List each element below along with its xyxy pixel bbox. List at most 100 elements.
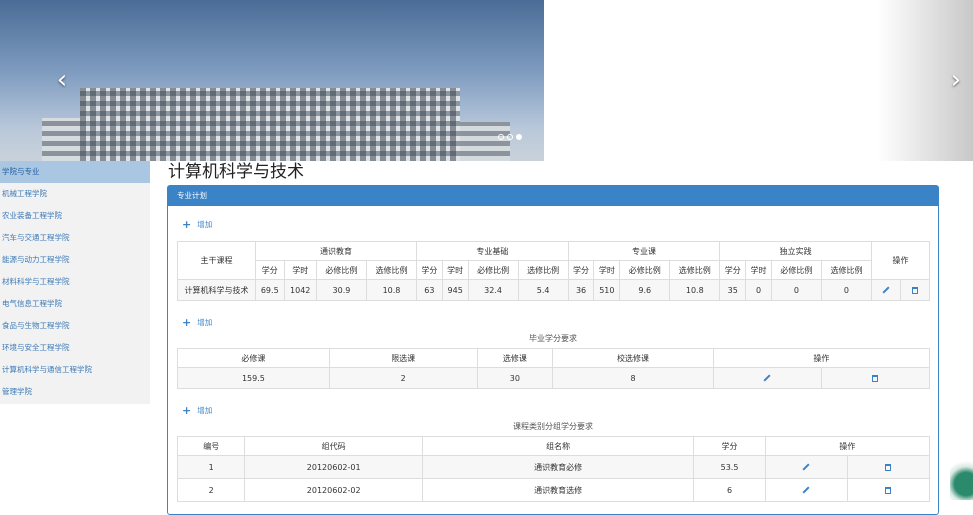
col-action: 操作 <box>764 436 931 456</box>
sidebar-item-agri-equipment[interactable]: 农业装备工程学院 <box>0 205 150 227</box>
table-row: 计算机科学与技术 69.5 1042 30.9 10.8 63 945 32.4… <box>177 279 930 301</box>
table-cell: 35 <box>719 279 747 301</box>
sub-header-hours: 学时 <box>283 260 317 280</box>
sub-header-credit: 学分 <box>416 260 443 280</box>
table-cell: 5.4 <box>517 279 569 301</box>
table-cell: 9.6 <box>619 279 671 301</box>
add-plan-button[interactable]: + 增加 <box>182 218 212 231</box>
sub-header-elective-ratio: 选修比例 <box>365 260 418 280</box>
sub-header-credit: 学分 <box>567 260 595 280</box>
page-title: 计算机科学与技术 <box>168 162 304 182</box>
edit-cell <box>764 455 848 479</box>
add-credits-button[interactable]: + 增加 <box>182 316 212 329</box>
trash-icon[interactable] <box>872 374 879 382</box>
sidebar-item-colleges[interactable]: 学院与专业 <box>0 161 150 183</box>
table-cell: 30 <box>476 367 554 389</box>
group-header-foundation: 专业基础 <box>416 241 569 261</box>
add-group-button[interactable]: + 增加 <box>182 404 212 417</box>
pencil-icon[interactable] <box>802 463 810 471</box>
plus-icon: + <box>182 316 192 329</box>
carousel-prev-button[interactable]: ‹ <box>50 66 74 94</box>
carousel-dot-1[interactable] <box>498 134 504 140</box>
table-cell: 945 <box>441 279 469 301</box>
table-cell: 159.5 <box>177 367 330 389</box>
sub-header-required-ratio: 必修比例 <box>315 260 367 280</box>
add-label: 增加 <box>197 406 213 415</box>
building-main <box>80 88 460 161</box>
sidebar-item-food-bio[interactable]: 食品与生物工程学院 <box>0 315 150 337</box>
sidebar-item-automotive[interactable]: 汽车与交通工程学院 <box>0 227 150 249</box>
major-plan-panel: 专业计划 + 增加 主干课程 通识教育 专业基础 专业课 独立实践 操作 学分 学… <box>167 185 939 515</box>
floating-widget-icon[interactable] <box>950 460 973 500</box>
table-cell: 10.8 <box>669 279 721 301</box>
table-cell: 20120602-02 <box>244 478 423 502</box>
col-group-code: 组代码 <box>244 436 423 456</box>
trash-icon[interactable] <box>912 286 918 294</box>
col-action: 操作 <box>871 241 930 280</box>
carousel-blank-area <box>544 0 877 161</box>
pencil-icon[interactable] <box>802 486 810 494</box>
credits-table: 必修课 限选课 选修课 校选修课 操作 159.5 2 30 8 <box>177 348 931 389</box>
sidebar-item-mechanical[interactable]: 机械工程学院 <box>0 183 150 205</box>
table-cell: 69.5 <box>255 279 285 301</box>
col-group-name: 组名称 <box>421 436 695 456</box>
table-cell: 0 <box>770 279 822 301</box>
table-row: 159.5 2 30 8 <box>177 367 931 389</box>
sub-header-hours: 学时 <box>745 260 772 280</box>
sub-header-elective-ratio: 选修比例 <box>669 260 721 280</box>
sidebar-item-electrical[interactable]: 电气信息工程学院 <box>0 293 150 315</box>
trash-icon[interactable] <box>885 486 892 494</box>
table-cell: 32.4 <box>467 279 519 301</box>
sub-header-credit: 学分 <box>255 260 285 280</box>
sub-header-credit: 学分 <box>719 260 747 280</box>
trash-icon[interactable] <box>885 463 892 471</box>
group-caption: 课程类别分组学分要求 <box>513 422 593 431</box>
table-cell: 30.9 <box>315 279 367 301</box>
table-cell: 0 <box>745 279 772 301</box>
table-cell: 通识教育选修 <box>421 478 695 502</box>
table-cell: 20120602-01 <box>244 455 423 479</box>
table-cell: 2 <box>328 367 478 389</box>
delete-cell <box>820 367 931 389</box>
carousel-dot-3[interactable] <box>516 134 522 140</box>
table-cell: 36 <box>567 279 595 301</box>
sub-header-required-ratio: 必修比例 <box>619 260 671 280</box>
edit-cell <box>764 478 848 502</box>
col-main-course: 主干课程 <box>177 241 256 280</box>
col-elective: 选修课 <box>476 348 554 368</box>
sidebar-item-energy[interactable]: 能源与动力工程学院 <box>0 249 150 271</box>
credits-caption: 毕业学分要求 <box>529 334 577 343</box>
plan-table: 主干课程 通识教育 专业基础 专业课 独立实践 操作 学分 学时 必修比例 选修… <box>177 241 930 301</box>
col-required: 必修课 <box>177 348 330 368</box>
add-label: 增加 <box>197 318 213 327</box>
group-header-general: 通识教育 <box>255 241 417 261</box>
building-left <box>42 118 82 161</box>
delete-cell <box>900 279 930 301</box>
col-school-elective: 校选修课 <box>552 348 714 368</box>
sidebar-item-materials[interactable]: 材料科学与工程学院 <box>0 271 150 293</box>
cell-course-name: 计算机科学与技术 <box>177 279 256 301</box>
sidebar-item-management[interactable]: 管理学院 <box>0 381 150 403</box>
panel-header: 专业计划 <box>168 186 938 206</box>
pencil-icon[interactable] <box>882 286 890 294</box>
sidebar-item-environment[interactable]: 环境与安全工程学院 <box>0 337 150 359</box>
table-cell: 1 <box>176 455 246 479</box>
carousel-next-button[interactable]: › <box>944 66 968 94</box>
table-cell: 2 <box>176 478 246 502</box>
table-row: 1 20120602-01 通识教育必修 53.5 <box>176 455 931 479</box>
table-cell: 53.5 <box>693 455 766 479</box>
sidebar-item-computer[interactable]: 计算机科学与通信工程学院 <box>0 359 150 381</box>
carousel-dot-2[interactable] <box>507 134 513 140</box>
sub-header-elective-ratio: 选修比例 <box>820 260 873 280</box>
sub-header-hours: 学时 <box>593 260 621 280</box>
col-action: 操作 <box>712 348 931 368</box>
group-header-practice: 独立实践 <box>719 241 872 261</box>
table-cell: 63 <box>416 279 443 301</box>
pencil-icon[interactable] <box>763 374 771 382</box>
table-cell: 通识教育必修 <box>421 455 695 479</box>
table-row: 2 20120602-02 通识教育选修 6 <box>176 478 931 502</box>
table-cell: 10.8 <box>365 279 418 301</box>
sub-header-elective-ratio: 选修比例 <box>517 260 569 280</box>
carousel-indicators <box>498 134 522 140</box>
delete-cell <box>846 478 931 502</box>
